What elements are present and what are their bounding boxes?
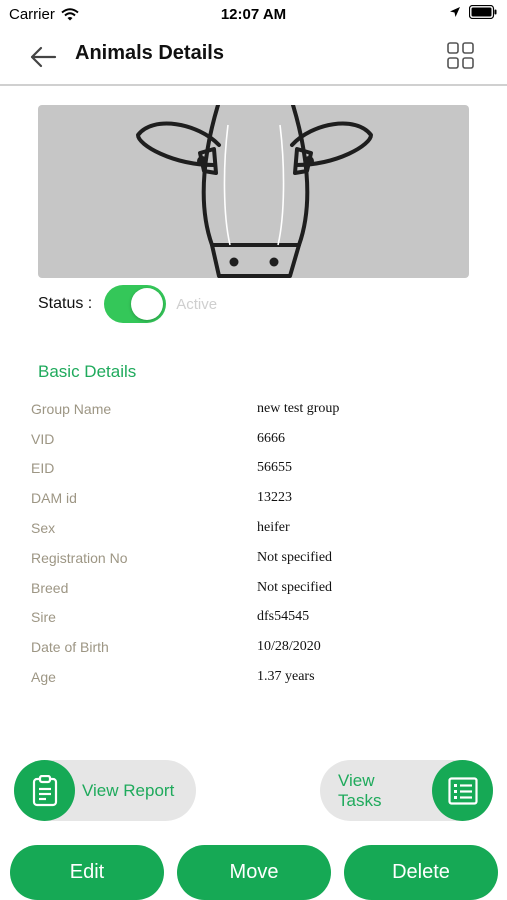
detail-value: 10/28/2020 [257, 639, 321, 655]
detail-value: heifer [257, 520, 290, 536]
detail-value: dfs54545 [257, 609, 310, 625]
detail-row-sire: Sire dfs54545 [31, 603, 491, 633]
cow-face-icon [136, 105, 373, 278]
basic-details-list: Group Name new test group VID 6666 EID 5… [31, 394, 491, 692]
grid-icon[interactable] [447, 42, 474, 69]
view-tasks-icon-circle [432, 760, 493, 821]
view-report-button[interactable]: View Report [14, 760, 196, 821]
detail-row-vid: VID 6666 [31, 424, 491, 454]
status-toggle[interactable] [104, 285, 167, 323]
status-row: Status : Active [38, 284, 217, 324]
detail-row-age: Age 1.37 years [31, 662, 491, 692]
view-report-label: View Report [82, 780, 175, 800]
page-title: Animals Details [75, 42, 224, 64]
detail-label: Age [31, 669, 56, 686]
clipboard-icon [32, 774, 57, 806]
detail-label: Sex [31, 520, 56, 537]
detail-value: 13223 [257, 490, 292, 506]
detail-value: 56655 [257, 460, 292, 476]
status-label: Status : [38, 295, 93, 312]
detail-label: VID [31, 430, 55, 447]
status-bar: Carrier 12:07 AM [0, 0, 507, 30]
detail-value: new test group [257, 400, 340, 416]
detail-value: Not specified [257, 549, 333, 565]
detail-label: DAM id [31, 490, 77, 507]
back-arrow-icon[interactable] [28, 42, 58, 72]
detail-value: Not specified [257, 579, 333, 595]
detail-row-dam-id: DAM id 13223 [31, 483, 491, 513]
status-value: Active [176, 295, 218, 313]
detail-label: Breed [31, 579, 69, 596]
detail-row-eid: EID 56655 [31, 454, 491, 484]
view-tasks-label: View Tasks [338, 770, 382, 810]
detail-label: Registration No [31, 549, 128, 566]
edit-button[interactable]: Edit [10, 845, 164, 900]
basic-details-title: Basic Details [38, 362, 137, 381]
location-arrow-icon [450, 7, 460, 17]
navigation-bar: Animals Details [0, 30, 507, 86]
animal-photo [38, 105, 469, 278]
view-tasks-button[interactable]: View Tasks [320, 760, 493, 821]
delete-button[interactable]: Delete [344, 845, 498, 900]
task-list-icon [447, 776, 478, 805]
detail-label: Group Name [31, 400, 112, 417]
status-icons [449, 5, 497, 19]
detail-value: 1.37 years [257, 669, 315, 685]
detail-label: Date of Birth [31, 639, 109, 656]
toggle-knob [131, 288, 164, 320]
battery-icon [469, 5, 497, 19]
detail-label: Sire [31, 609, 56, 626]
detail-row-breed: Breed Not specified [31, 573, 491, 603]
view-report-icon-circle [14, 760, 75, 821]
clock: 12:07 AM [220, 6, 287, 23]
detail-value: 6666 [257, 430, 285, 446]
detail-row-registration-no: Registration No Not specified [31, 543, 491, 573]
detail-row-date-of-birth: Date of Birth 10/28/2020 [31, 632, 491, 662]
detail-label: EID [31, 460, 55, 477]
detail-row-sex: Sex heifer [31, 513, 491, 543]
move-button[interactable]: Move [177, 845, 331, 900]
detail-row-group-name: Group Name new test group [31, 394, 491, 424]
